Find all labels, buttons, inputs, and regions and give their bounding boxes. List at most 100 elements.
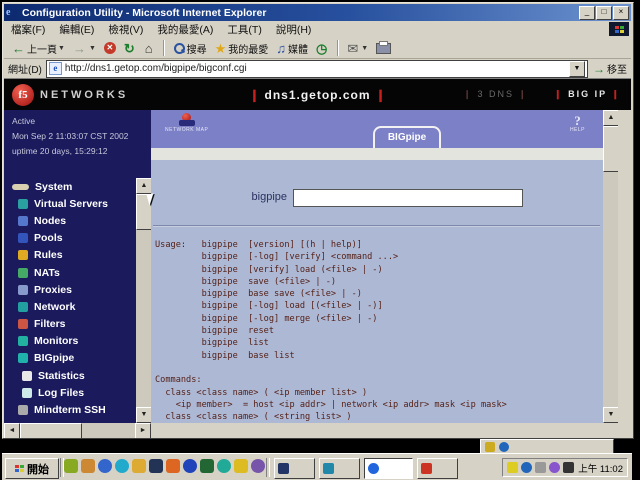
forward-dropdown-icon[interactable]: ▼ [89,45,96,52]
address-field[interactable]: e ▼ [45,59,588,78]
tray-icon-5[interactable] [563,462,574,473]
maximize-button[interactable]: □ [596,5,612,20]
sidebar-item-pools[interactable]: Pools [4,230,151,247]
task-button-active[interactable] [364,458,413,479]
title-bar[interactable]: e Configuration Utility - Microsoft Inte… [4,4,631,21]
mail-dropdown-icon[interactable]: ▼ [361,45,368,52]
clock[interactable]: 上午 11:02 [578,461,623,475]
sidebar-item-bigpipe[interactable]: BIGpipe [4,350,151,367]
history-button[interactable]: ◷ [312,39,333,57]
sidebar-horizontal-scrollbar[interactable]: ◄ ► [4,423,151,438]
mail-icon: ✉ [347,40,359,56]
menu-edit[interactable]: 編輯(E) [52,22,101,37]
quick-launch-icon-5[interactable] [132,459,146,473]
product-bigip[interactable]: ❙ BIG IP ❙ [554,89,621,100]
sidebar-item-statistics[interactable]: Statistics [4,367,151,384]
tab-bigpipe[interactable]: BIGpipe [373,126,441,150]
tray-icon-1[interactable] [507,462,518,473]
menu-tools[interactable]: 工具(T) [220,22,268,37]
forward-button[interactable]: → ▼ [69,39,100,57]
task-button[interactable] [417,458,458,479]
quick-launch-icon-8[interactable] [183,459,197,473]
go-button[interactable]: → 移至 [593,61,627,77]
help-icon: ? [574,113,581,128]
address-input[interactable] [64,63,569,74]
start-button[interactable]: 開始 [5,458,59,479]
network-map-button[interactable]: NETWORK MAP [165,113,208,133]
bigpipe-command-input[interactable] [293,189,523,207]
content-scroll-thumb[interactable] [603,126,619,172]
sidebar-item-log-files[interactable]: Log Files [4,384,151,401]
network-icon [18,301,28,312]
language-bar[interactable] [480,439,614,454]
address-dropdown-icon[interactable]: ▼ [569,60,585,77]
print-button[interactable] [372,39,397,57]
product-3dns[interactable]: ❙ 3 DNS ❙ [463,89,528,100]
quick-launch-icon-10[interactable] [217,459,231,473]
content-vertical-scrollbar[interactable]: ▲ ▼ [603,110,619,423]
sidebar-vertical-scrollbar[interactable]: ▲ ▼ [136,178,152,423]
back-button[interactable]: ← 上一頁 ▼ [8,39,69,57]
status-uptime: uptime 20 days, 15:29:12 [12,146,108,156]
desktop: e Configuration Utility - Microsoft Inte… [2,2,634,480]
home-button[interactable]: ⌂ [141,39,159,57]
quick-launch-icon-4[interactable] [115,459,129,473]
quick-launch-icon-2[interactable] [81,459,95,473]
task-button[interactable] [274,458,315,479]
tray-icon-4[interactable] [549,462,560,473]
menu-help[interactable]: 說明(H) [269,22,319,37]
scroll-left-icon[interactable]: ◄ [4,423,20,438]
address-bar: 網址(D) e ▼ → 移至 [4,59,631,79]
sidebar-item-network[interactable]: Network [4,298,151,315]
browser-body: Active Mon Sep 2 11:03:07 CST 2002 uptim… [4,110,632,438]
menu-file[interactable]: 檔案(F) [4,22,52,37]
content-header: NETWORK MAP BIGpipe ? HELP [151,110,603,150]
scroll-up-icon[interactable]: ▲ [603,110,619,126]
help-button[interactable]: ? HELP [570,114,585,133]
minimize-button[interactable]: _ [579,5,595,20]
menu-view[interactable]: 檢視(V) [101,22,150,37]
media-button[interactable]: ♫ 媒體 [272,39,312,57]
sidebar-item-nodes[interactable]: Nodes [4,212,151,229]
close-button[interactable]: × [613,5,629,20]
sidebar-item-system[interactable]: System [4,178,151,195]
sidebar-item-proxies[interactable]: Proxies [4,281,151,298]
quick-launch-icon-7[interactable] [166,459,180,473]
quick-launch-icon-6[interactable] [149,459,163,473]
globe-icon[interactable] [499,441,509,452]
sidebar-item-monitors[interactable]: Monitors [4,333,151,350]
sidebar-item-filters[interactable]: Filters [4,316,151,333]
window-title: Configuration Utility - Microsoft Intern… [22,6,267,19]
scroll-right-icon[interactable]: ► [135,423,151,438]
mail-button[interactable]: ✉ ▼ [343,39,372,57]
search-button[interactable]: 搜尋 [169,39,211,57]
task-button[interactable] [319,458,360,479]
favorites-button[interactable]: ★ 我的最愛 [211,39,273,57]
sidebar-item-rules[interactable]: Rules [4,247,151,264]
quick-launch-icon-12[interactable] [251,459,265,473]
stop-button[interactable]: ✕ [100,39,120,57]
back-dropdown-icon[interactable]: ▼ [58,45,65,52]
pools-icon [18,233,28,244]
sidebar-item-nats[interactable]: NATs [4,264,151,281]
bigpipe-icon [18,353,28,364]
quick-launch-icon-3[interactable] [98,459,112,473]
tray-icon-3[interactable] [535,462,546,473]
quick-launch-icon-1[interactable] [64,459,78,473]
refresh-button[interactable]: ↻ [120,39,141,57]
menu-favorites[interactable]: 我的最愛(A) [150,22,220,37]
page-icon: e [48,62,62,75]
scroll-down-icon[interactable]: ▼ [603,407,619,423]
ime-icon[interactable] [485,441,495,452]
sidebar-item-mindterm-ssh[interactable]: Mindterm SSH [4,401,151,418]
scroll-up-icon[interactable]: ▲ [136,178,152,194]
sidebar-item-virtual-servers[interactable]: Virtual Servers [4,195,151,212]
task-buttons [274,458,458,479]
quick-launch-icon-11[interactable] [234,459,248,473]
tray-icon-2[interactable] [521,462,532,473]
status-active: Active [12,116,36,126]
task-icon [278,463,289,474]
quick-launch-icon-9[interactable] [200,459,214,473]
scroll-down-icon[interactable]: ▼ [136,407,152,423]
sidebar-hscroll-thumb[interactable] [20,423,82,438]
